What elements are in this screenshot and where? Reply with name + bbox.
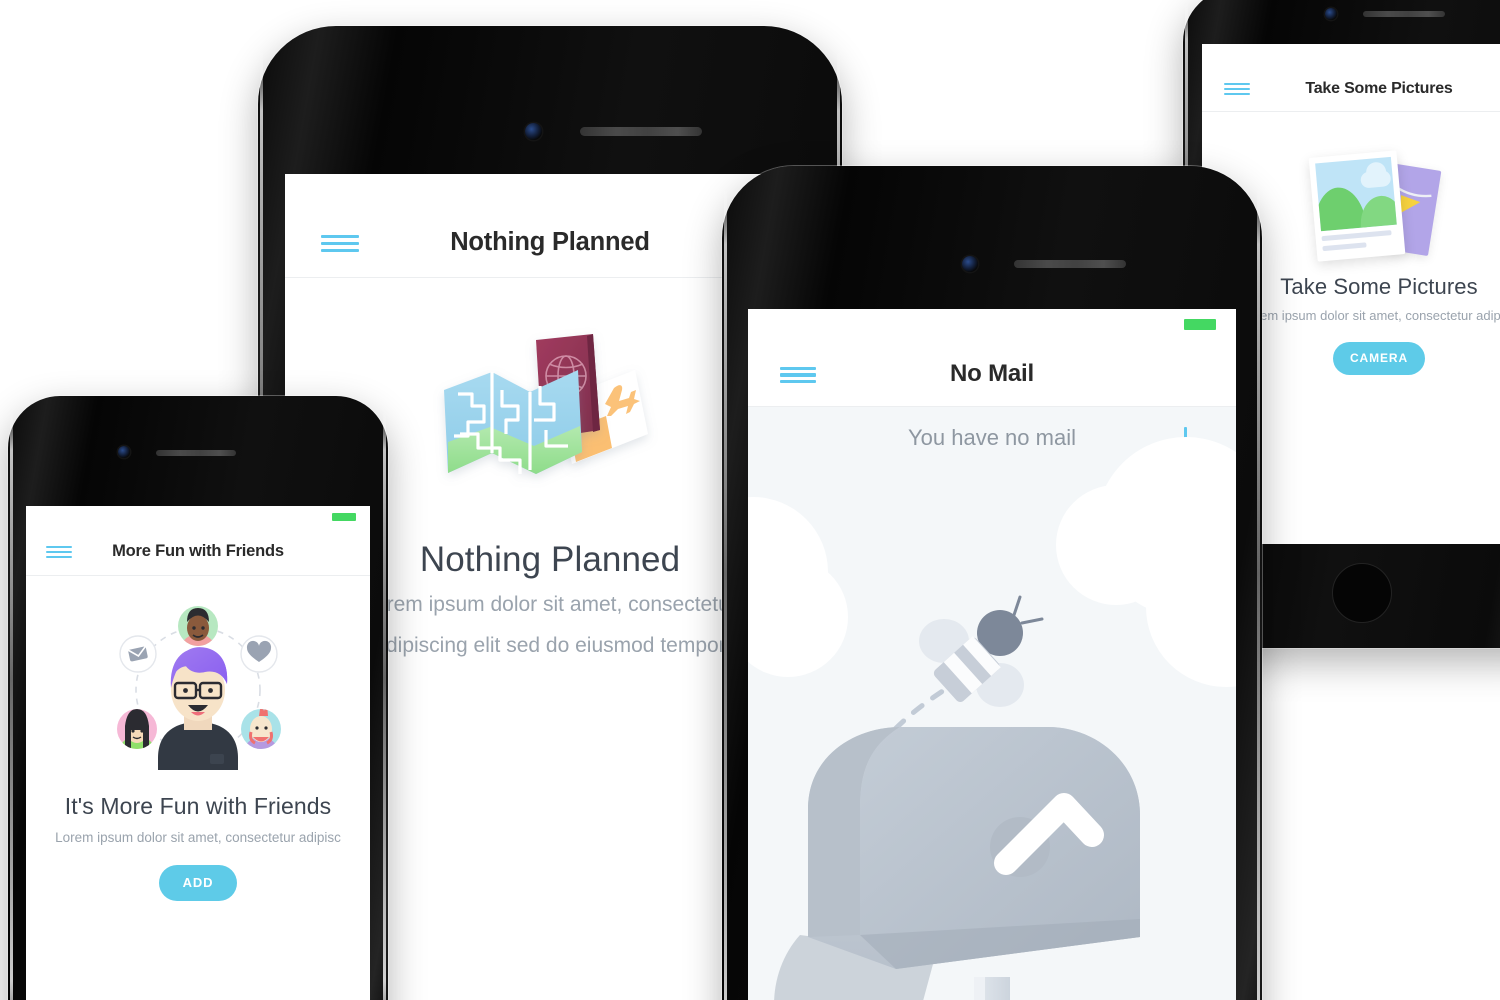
mailbox-illustration-svg <box>774 595 1140 1000</box>
camera-button[interactable]: CAMERA <box>1333 342 1425 375</box>
phone-screen-no-mail: No Mail You have no mail <box>748 309 1236 1000</box>
phone-edge-highlight-right <box>383 410 386 1000</box>
front-camera-icon <box>962 256 978 272</box>
battery-full-icon <box>332 513 356 521</box>
photo-caption-line-1 <box>1321 230 1392 242</box>
status-bar <box>748 309 1236 341</box>
photo-stack-illustration <box>1299 148 1459 266</box>
battery-full-icon <box>1184 319 1216 330</box>
friends-avatar-circle-illustration <box>111 598 286 783</box>
bubble-heart-icon <box>239 635 278 673</box>
phone-edge-highlight-left <box>10 410 13 1000</box>
navigation-bar: No Mail <box>748 341 1236 407</box>
photo-caption-line-2 <box>1322 242 1367 252</box>
friends-illustration-svg <box>116 606 281 770</box>
front-camera-icon <box>525 123 542 140</box>
phone-edge-highlight-right <box>1257 186 1260 1000</box>
bubble-envelope-icon <box>118 635 157 673</box>
phone-edge-highlight-left <box>724 186 727 1000</box>
phone-screen-more-fun-with-friends: More Fun with Friends It's More Fun with… <box>26 506 370 1000</box>
phone-device-no-mail: No Mail You have no mail <box>722 166 1262 1000</box>
status-bar <box>26 506 370 528</box>
page-title: More Fun with Friends <box>112 542 284 560</box>
front-camera-icon <box>118 446 130 458</box>
earpiece-speaker <box>156 450 236 456</box>
navigation-bar: Take Some Pictures <box>1202 66 1500 112</box>
hamburger-icon[interactable] <box>46 546 72 558</box>
screen-content: You have no mail <box>748 407 1236 1000</box>
hamburger-icon[interactable] <box>321 235 359 252</box>
page-title: No Mail <box>950 359 1034 387</box>
bee-icon <box>919 595 1044 707</box>
mailbox-with-bee-and-clouds-illustration <box>748 557 1236 1000</box>
phone-device-more-fun-with-friends: More Fun with Friends It's More Fun with… <box>8 396 388 1000</box>
main-avatar <box>157 647 238 770</box>
hamburger-icon[interactable] <box>780 367 816 383</box>
mockup-scene: Nothing Planned Nothing Planned Lorem ip… <box>0 0 1500 1000</box>
earpiece-speaker <box>580 127 702 136</box>
photo-front-white <box>1308 150 1406 262</box>
map-illustration-svg <box>444 334 648 474</box>
friend-avatar-left <box>116 709 157 749</box>
status-bar <box>1202 44 1500 66</box>
empty-state-title: It's More Fun with Friends <box>64 793 332 819</box>
screen-content: It's More Fun with Friends Lorem ipsum d… <box>26 598 370 901</box>
friend-avatar-right <box>240 709 281 749</box>
empty-state-subtitle: Lorem ipsum dolor sit amet, consectetur … <box>55 830 341 845</box>
map-passport-boarding-pass-illustration <box>430 312 670 522</box>
front-camera-icon <box>1325 8 1337 20</box>
earpiece-speaker <box>1014 260 1126 268</box>
earpiece-speaker <box>1363 11 1445 17</box>
home-button[interactable] <box>1332 563 1392 623</box>
photo-landscape-image <box>1315 156 1397 232</box>
add-button[interactable]: ADD <box>159 865 237 901</box>
navigation-bar: More Fun with Friends <box>26 528 370 576</box>
hamburger-icon[interactable] <box>1224 83 1250 95</box>
